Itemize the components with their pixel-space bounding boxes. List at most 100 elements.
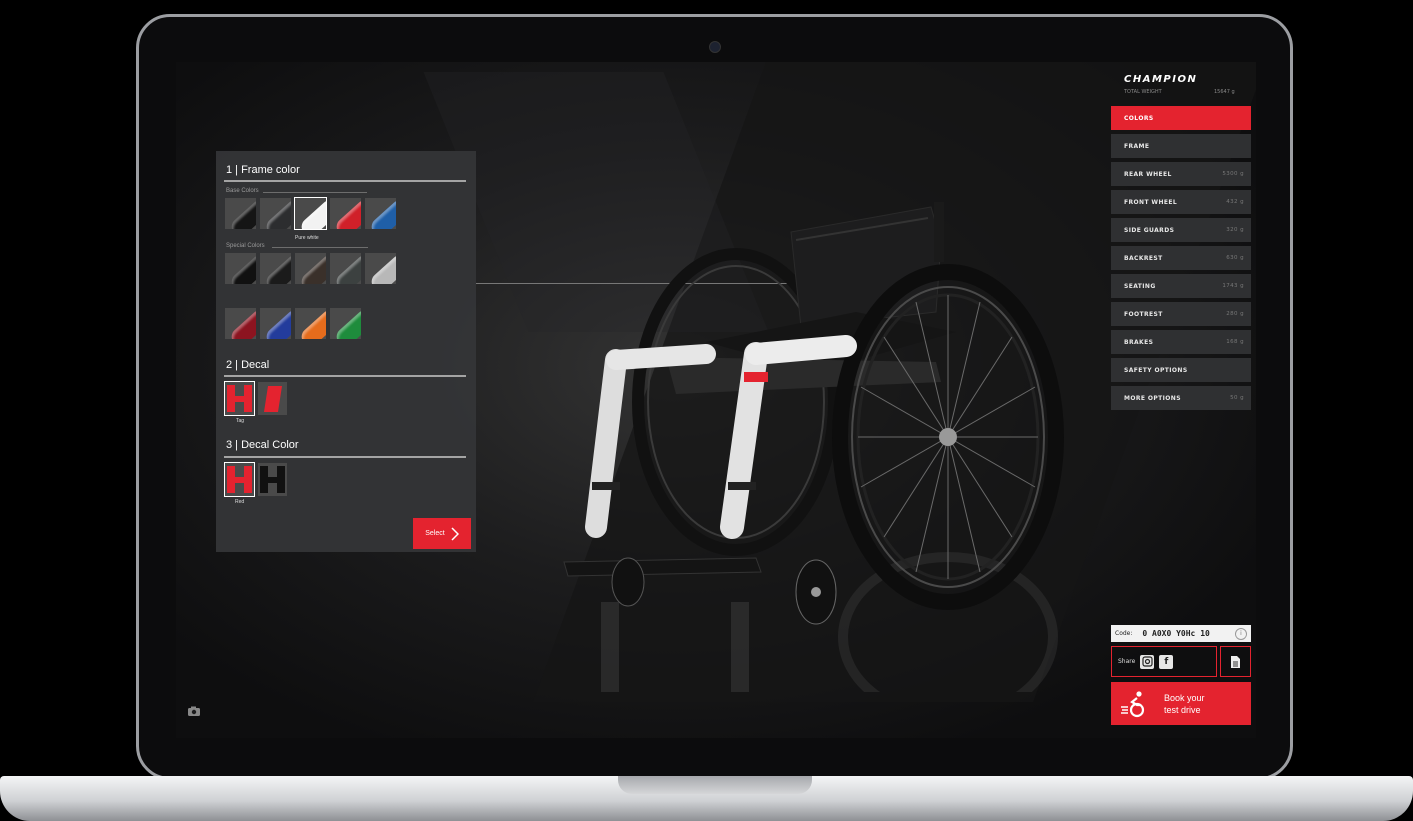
menu-item-label: SIDE GUARDS (1124, 226, 1175, 234)
info-icon[interactable]: i (1235, 627, 1247, 640)
section-title-decal-color: 3 | Decal Color (226, 439, 299, 451)
menu-item-colors[interactable]: COLORS (1111, 106, 1251, 130)
frame-tube-icon (228, 308, 256, 339)
laptop-notch (618, 776, 812, 794)
select-button[interactable]: Select (413, 518, 471, 549)
menu-item-weight: 1743 g (1222, 283, 1244, 289)
menu-item-frame[interactable]: FRAME (1111, 134, 1251, 158)
menu-item-more-options[interactable]: MORE OPTIONS 50 g (1111, 386, 1251, 410)
special-color-swatch[interactable] (295, 308, 326, 339)
menu-item-weight: 630 g (1226, 255, 1244, 261)
decal-color-black-swatch[interactable] (258, 463, 287, 496)
menu-item-brakes[interactable]: BRAKES 168 g (1111, 330, 1251, 354)
category-menu: COLORS FRAME REAR WHEEL 5300 g FRONT WHEEL 43… (1111, 106, 1251, 414)
code-value: 0 A0X0 Y0Hc 10 (1142, 629, 1210, 638)
menu-item-weight: 432 g (1226, 199, 1244, 205)
share-label: Share (1118, 658, 1136, 665)
instagram-icon[interactable] (1140, 654, 1155, 669)
chevron-right-icon (451, 526, 459, 541)
menu-item-seating[interactable]: SEATING 1743 g (1111, 274, 1251, 298)
frame-tube-icon (368, 253, 396, 284)
menu-item-label: FOOTREST (1124, 310, 1163, 318)
frame-tube-icon (228, 198, 256, 229)
total-weight-label: TOTAL WEIGHT (1124, 89, 1162, 95)
frame-tube-icon (298, 198, 326, 229)
menu-item-label: BACKREST (1124, 254, 1163, 262)
share-box: Share f (1111, 646, 1217, 677)
frame-tube-icon (333, 198, 361, 229)
frame-tube-icon (263, 253, 291, 284)
frame-tube-icon (263, 198, 291, 229)
configurator-screen: 1 | Frame color Base Colors Pure white S… (176, 62, 1256, 738)
menu-item-front-wheel[interactable]: FRONT WHEEL 432 g (1111, 190, 1251, 214)
base-colors-label: Base Colors (226, 188, 259, 194)
divider (224, 180, 466, 182)
base-color-swatch[interactable] (365, 198, 396, 229)
menu-item-weight: 280 g (1226, 311, 1244, 317)
menu-item-side-guards[interactable]: SIDE GUARDS 320 g (1111, 218, 1251, 242)
book-test-drive-button[interactable]: Book your test drive (1111, 682, 1251, 725)
config-code-box[interactable]: Code: 0 A0X0 Y0Hc 10 i (1111, 625, 1251, 642)
frame-tube-icon (298, 308, 326, 339)
divider (224, 456, 466, 458)
menu-item-label: SEATING (1124, 282, 1156, 290)
selected-swatch-caption: Pure white (295, 235, 319, 241)
special-color-swatch[interactable] (225, 308, 256, 339)
menu-item-label: REAR WHEEL (1124, 170, 1172, 178)
total-weight-value: 15647 g (1214, 89, 1235, 95)
brand-logo: CHAMPION (1124, 74, 1198, 85)
special-color-swatch[interactable] (225, 253, 256, 284)
menu-item-label: MORE OPTIONS (1124, 394, 1181, 402)
special-color-swatch[interactable] (295, 253, 326, 284)
decal-tag-swatch[interactable] (224, 381, 255, 416)
screenshot-camera-icon[interactable] (187, 706, 201, 717)
menu-item-safety-options[interactable]: SAFETY OPTIONS (1111, 358, 1251, 382)
special-color-swatch[interactable] (365, 253, 396, 284)
menu-item-weight: 5300 g (1222, 171, 1244, 177)
frame-tube-icon (368, 198, 396, 229)
frame-tube-icon (228, 253, 256, 284)
book-line-1: Book your (1164, 692, 1205, 703)
frame-tube-icon (298, 253, 326, 284)
facebook-icon[interactable]: f (1159, 654, 1174, 669)
options-panel: 1 | Frame color Base Colors Pure white S… (216, 151, 476, 552)
document-icon (1231, 655, 1240, 668)
menu-item-label: COLORS (1124, 114, 1154, 122)
menu-item-label: FRONT WHEEL (1124, 198, 1178, 206)
code-label: Code: (1115, 630, 1133, 637)
special-color-swatch[interactable] (260, 253, 291, 284)
wheelchair-speed-icon (1121, 690, 1145, 717)
wheelchair-preview[interactable] (556, 132, 1096, 692)
special-color-swatch[interactable] (260, 308, 291, 339)
divider (224, 375, 466, 377)
menu-item-label: FRAME (1124, 142, 1150, 150)
pdf-download-button[interactable] (1220, 646, 1251, 677)
menu-item-weight: 50 g (1230, 395, 1244, 401)
frame-tube-icon (333, 253, 361, 284)
special-color-swatch[interactable] (330, 253, 361, 284)
decal-alt-swatch[interactable] (258, 382, 287, 415)
webcam-icon (709, 41, 721, 53)
menu-item-label: SAFETY OPTIONS (1124, 366, 1188, 374)
menu-item-rear-wheel[interactable]: REAR WHEEL 5300 g (1111, 162, 1251, 186)
section-title-decal: 2 | Decal (226, 359, 270, 371)
divider (272, 247, 368, 248)
base-color-swatch[interactable] (225, 198, 256, 229)
frame-tube-icon (263, 308, 291, 339)
menu-item-weight: 320 g (1226, 227, 1244, 233)
decal-caption: Tag (236, 418, 245, 424)
decal-color-caption: Red (235, 499, 245, 505)
base-color-swatch[interactable] (330, 198, 361, 229)
menu-item-footrest[interactable]: FOOTREST 280 g (1111, 302, 1251, 326)
select-label: Select (425, 530, 445, 537)
frame-tube-icon (333, 308, 361, 339)
base-color-swatch[interactable] (260, 198, 291, 229)
divider (263, 192, 367, 193)
special-color-swatch[interactable] (330, 308, 361, 339)
decal-color-red-swatch[interactable] (224, 462, 255, 497)
menu-item-backrest[interactable]: BACKREST 630 g (1111, 246, 1251, 270)
base-color-swatch[interactable] (294, 197, 327, 230)
special-colors-label: Special Colors (226, 243, 265, 249)
book-line-2: test drive (1164, 704, 1201, 715)
menu-item-weight: 168 g (1226, 339, 1244, 345)
